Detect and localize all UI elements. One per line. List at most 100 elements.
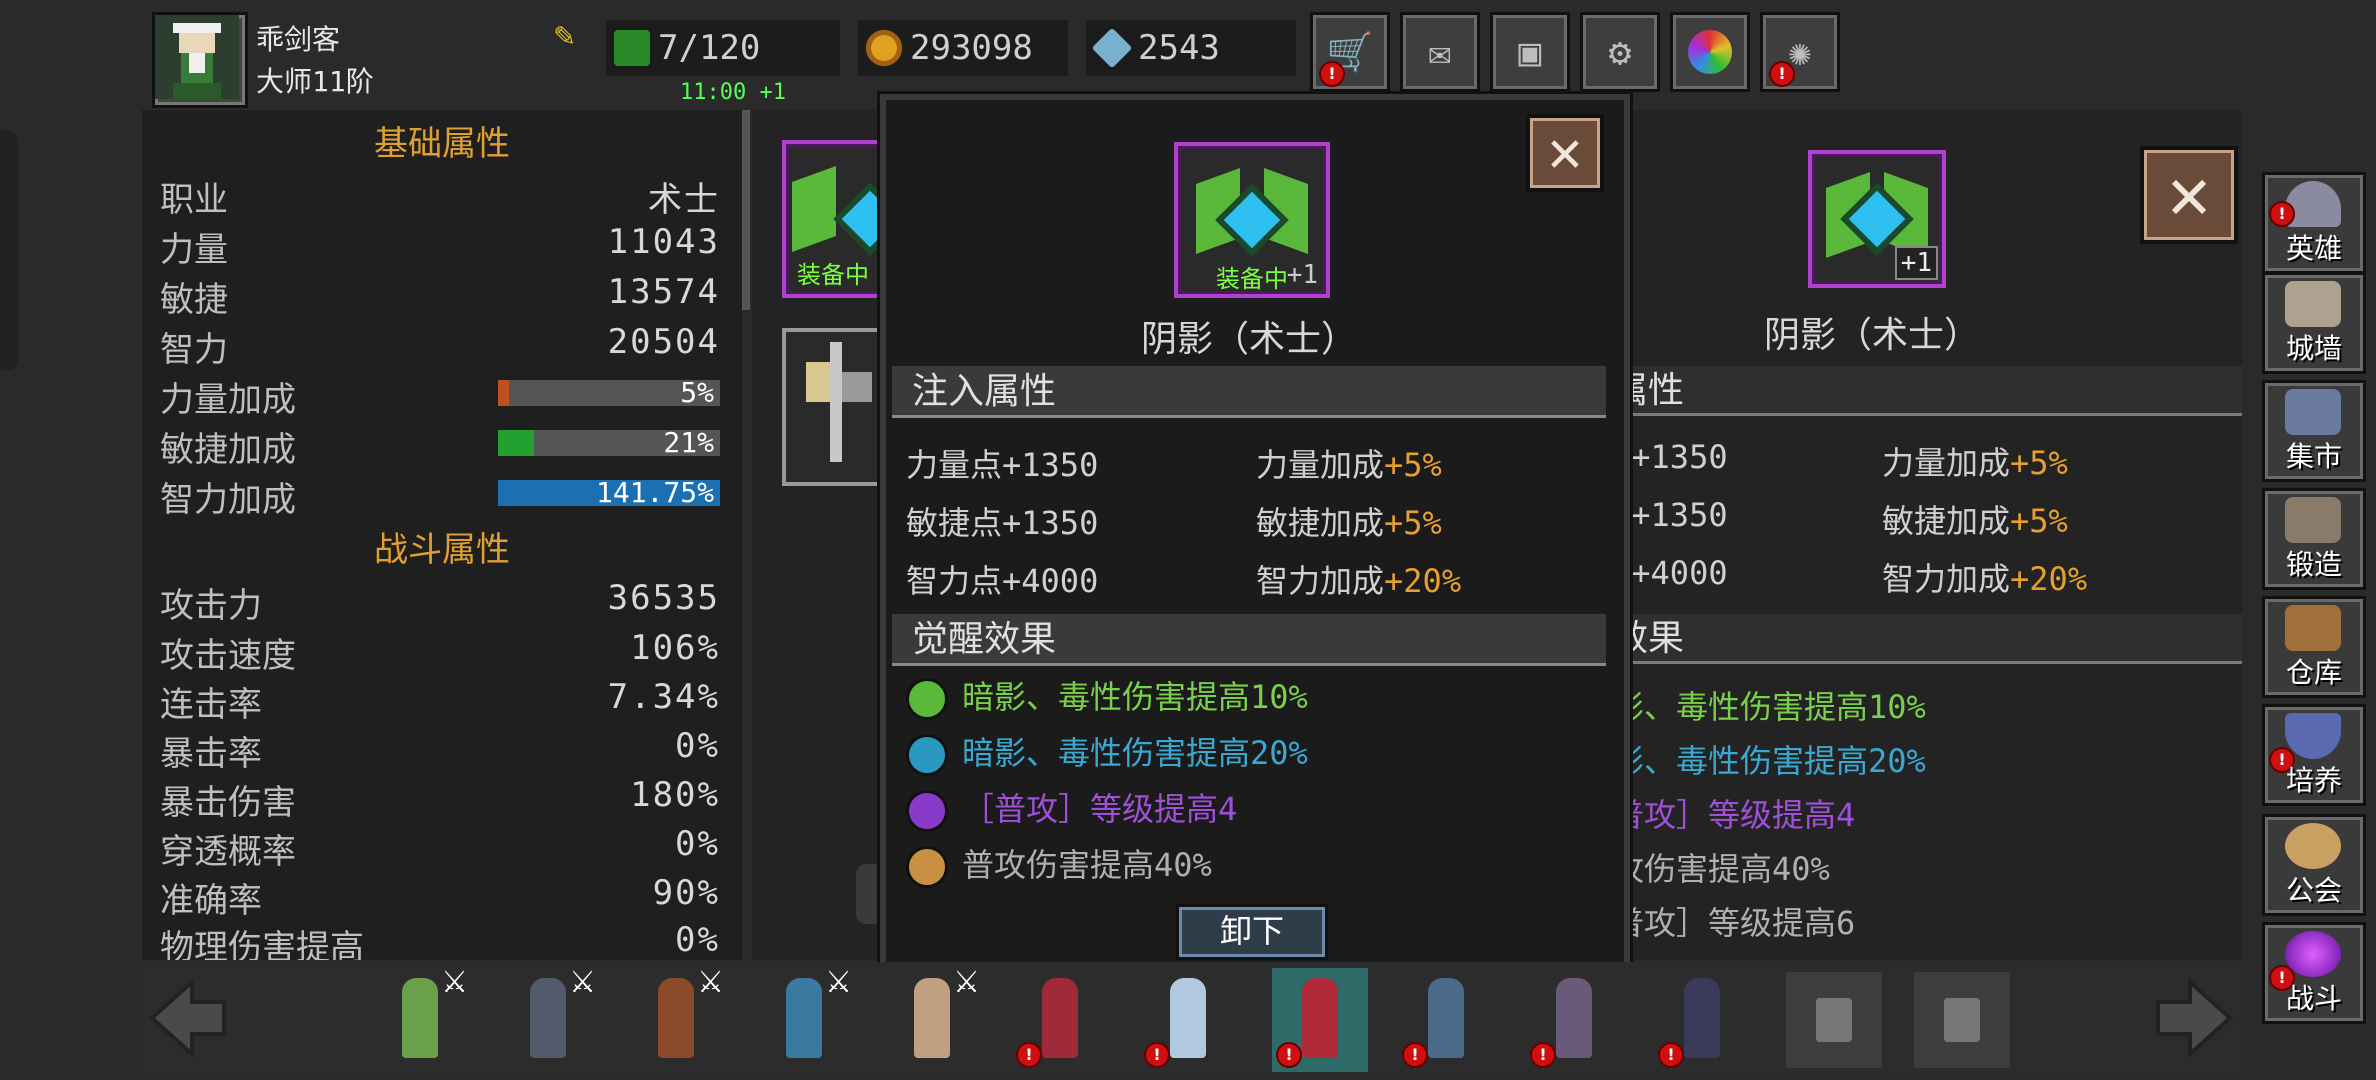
infuse-attr: 力量点+1350 [906,446,1099,484]
hero-slot[interactable]: ⚔ [628,968,724,1072]
avatar-portrait-icon [155,15,239,99]
mail-icon: ✉ [1428,30,1452,74]
sidebar-wall-button[interactable]: 城墙 [2262,272,2366,374]
sidebar-guild-button[interactable]: 公会 [2262,814,2366,916]
hero-slot[interactable]: ⚔ [884,968,980,1072]
lion-icon [2285,823,2341,869]
hero-berserker-icon [786,978,822,1058]
alert-icon: ! [1658,1042,1684,1068]
trophy-icon [2285,713,2341,759]
stats-panel[interactable]: 基础属性 职业 术士 力量 11043 敏捷 13574 智力 20504 力量… [142,110,742,960]
lock-icon [1944,998,1980,1042]
infuse-attr: 敏捷点+1350 [906,504,1099,542]
hero-warlock-icon [1302,978,1338,1058]
arrow-right-icon [2156,977,2233,1059]
hero-slot[interactable]: ! [1654,968,1750,1072]
unequip-button[interactable]: 卸下 [1176,904,1328,960]
hero-slot[interactable]: ! [1012,968,1108,1072]
shop-button[interactable]: 🛒 ! [1310,12,1390,92]
effects-button[interactable]: ✺ ! [1760,12,1840,92]
sidebar-forge-button[interactable]: 锻造 [2262,488,2366,590]
arrow-left-icon [149,977,226,1059]
compare-awaken-row: 影、毒性伤害提高10% [1612,688,1926,726]
gamepad-button[interactable]: ▣ [1490,12,1570,92]
hero-slot-selected[interactable]: ! [1272,968,1368,1072]
alert-icon: ! [1530,1042,1556,1068]
hero-slot[interactable]: ⚔ [372,968,468,1072]
compare-panel: +1 ✕ 阴影（术士） 属性 {+1350 力量加成+5% {+1350 敏捷加… [1612,110,2242,960]
sidebar-battle-button[interactable]: ! 战斗 [2262,922,2366,1024]
wing-left-icon [792,165,836,253]
hero-slot[interactable]: ! [1140,968,1236,1072]
alert-icon: ! [1319,61,1345,87]
compare-close-button[interactable]: ✕ [2140,146,2238,244]
edit-icon[interactable]: ✎ [554,18,588,52]
locked-hero-slot[interactable] [1914,972,2010,1068]
compare-awaken-header: 效果 [1612,614,2242,664]
stat-row: 职业 术士 [160,180,720,220]
edge-handle [0,130,18,370]
sidebar-market-button[interactable]: 集市 [2262,380,2366,482]
diamond-display: 2543 [1086,20,1296,76]
mail-button[interactable]: ✉ [1400,12,1480,92]
strength-bonus-bar: 5% [498,376,720,409]
hero-slot[interactable]: ! [1398,968,1494,1072]
hero-monk-icon [1556,978,1592,1058]
hero-slot[interactable]: ⚔ [500,968,596,1072]
alert-icon: ! [1769,61,1795,87]
hero-slot[interactable]: ! [1526,968,1622,1072]
hero-slot[interactable]: ⚔ [756,968,852,1072]
alert-icon: ! [1402,1042,1428,1068]
infuse-attr: 力量加成+5% [1256,446,1442,484]
popup-close-button[interactable]: ✕ [1526,114,1604,192]
color-button[interactable] [1670,12,1750,92]
settings-button[interactable]: ⚙ [1580,12,1660,92]
alert-icon: ! [1144,1042,1170,1068]
player-rank: 大师11阶 [256,65,374,98]
locked-hero-slot[interactable] [1786,972,1882,1068]
sidebar-hero-button[interactable]: ! 英雄 [2262,172,2366,274]
stats-scrollbar[interactable] [742,110,750,310]
compare-awaken-row: 攻伤害提高40% [1612,850,1830,888]
compare-item-name: 阴影（术士） [1763,315,1980,356]
alert-icon: ! [2269,201,2295,227]
gamepad-icon: ▣ [1518,30,1542,74]
stat-row: 准确率 90% [160,873,720,921]
diamond-value: 2543 [1138,28,1220,68]
prev-arrow-button[interactable] [142,977,232,1059]
gold-value: 293098 [910,28,1033,68]
next-arrow-button[interactable] [2150,977,2240,1059]
diamond-icon [1091,27,1133,69]
infuse-header: 注入属性 [892,366,1606,418]
market-icon [2285,389,2341,435]
popup-item-name: 阴影（术士） [1140,319,1357,360]
alert-icon: ! [1016,1042,1042,1068]
infuse-attr: 敏捷加成+5% [1256,504,1442,542]
compare-item-slot[interactable]: +1 [1808,150,1946,288]
stat-row: 连击率 7.34% [160,677,720,725]
crossed-swords-icon: ⚔ [697,965,724,1000]
energy-display: 7/120 [606,20,840,76]
base-attrs-title: 基础属性 [374,124,510,164]
item-detail-popup: ✕ 装备中 +1 阴影（术士） 注入属性 力量点+1350 力量加成+5% 敏捷… [880,94,1630,996]
crossed-swords-icon: ⚔ [953,965,980,1000]
player-avatar[interactable] [152,12,248,108]
popup-item-slot: 装备中 +1 [1174,142,1330,298]
sidebar-train-button[interactable]: ! 培养 [2262,704,2366,806]
hero-frost-icon [1428,978,1464,1058]
compare-awaken-row: 影、毒性伤害提高20% [1612,742,1926,780]
bar-fill [498,380,510,406]
stat-row: 智力 20504 [160,322,720,370]
stat-row: 力量 11043 [160,222,720,270]
awaken-dot-green [906,678,948,720]
crossed-swords-icon: ⚔ [825,965,852,1000]
stat-row: 暴击伤害 180% [160,775,720,823]
staff-icon [806,342,872,462]
enhance-level: +1 [1286,260,1318,290]
bar-fill [498,430,534,456]
stat-row: 穿透概率 0% [160,824,720,872]
sidebar-storage-button[interactable]: 仓库 [2262,596,2366,698]
enhance-level: +1 [1894,246,1938,280]
hero-amazon-icon [914,978,950,1058]
stat-bar-row: 敏捷加成 21% [160,422,720,470]
